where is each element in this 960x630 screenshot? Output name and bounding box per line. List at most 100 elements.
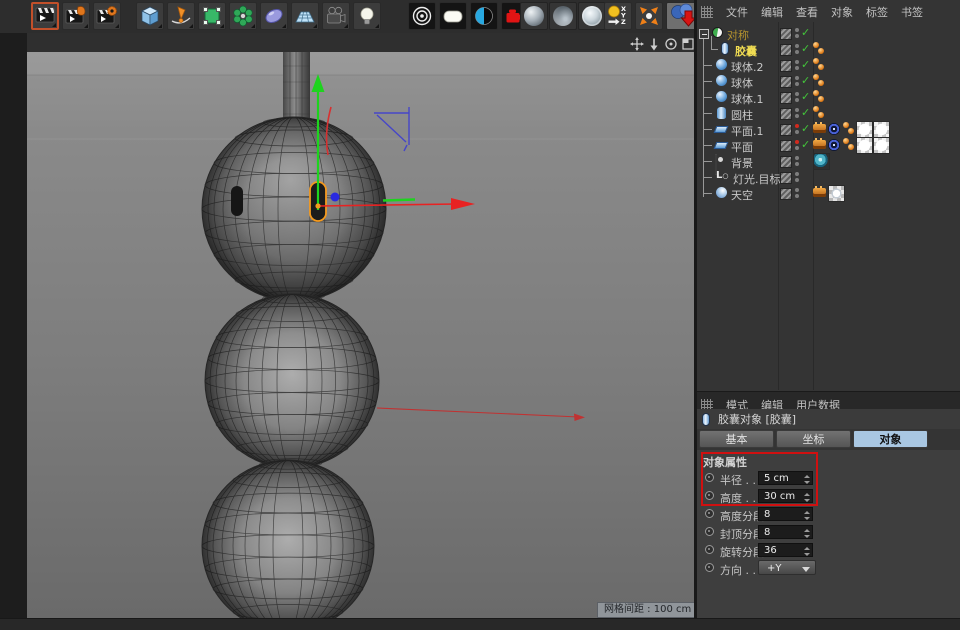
texture-tag-icon[interactable] [856,121,873,138]
enable-check-icon[interactable] [801,74,813,87]
om-row-plane[interactable]: 平面 [697,137,960,153]
radius-input[interactable]: 5 cm [758,471,813,485]
om-row-sphere[interactable]: 球体 [697,73,960,89]
expand-minus-icon[interactable] [699,29,709,39]
om-row-plane1[interactable]: 平面.1 [697,121,960,137]
contrast-button[interactable] [470,2,498,30]
material-sphere-matte-button[interactable] [520,2,548,30]
texture-tag-teal-icon[interactable] [813,153,830,170]
render-region-button[interactable] [62,2,90,30]
layer-square-icon[interactable] [780,28,792,40]
keyframe-circle-icon[interactable] [705,545,714,554]
om-row-cylinder[interactable]: 圆柱 [697,105,960,121]
metaball-button[interactable] [260,2,288,30]
spinner-icon[interactable] [803,493,810,502]
dolly-icon[interactable] [647,37,661,51]
tab-object[interactable]: 对象 [853,430,928,448]
phong-tag-icon[interactable] [843,138,855,151]
spinner-icon[interactable] [803,547,810,556]
height-input[interactable]: 30 cm [758,489,813,503]
om-menu-object[interactable]: 对象 [831,4,853,20]
layer-square-icon[interactable] [780,108,792,120]
orientation-dropdown[interactable]: +Y [758,560,816,575]
layer-square-icon[interactable] [780,188,792,200]
render-view-button[interactable] [31,2,59,30]
visibility-dots[interactable] [795,28,799,38]
visibility-dots-hidden[interactable] [795,124,799,134]
om-menu-view[interactable]: 查看 [796,4,818,20]
keyframe-circle-icon[interactable] [705,563,714,572]
layer-square-icon[interactable] [780,92,792,104]
maximize-icon[interactable] [681,37,695,51]
compositing-tag-icon[interactable] [813,140,826,149]
floor-button[interactable] [291,2,319,30]
compositing-tag-icon[interactable] [813,124,826,133]
manager-grid-icon[interactable] [701,6,713,18]
layer-square-icon[interactable] [780,140,792,152]
om-menu-file[interactable]: 文件 [726,4,748,20]
visibility-dots[interactable] [795,172,799,182]
enable-check-icon[interactable] [801,58,813,71]
protection-tag-icon[interactable] [828,123,840,135]
gizmo-z-handle[interactable] [331,193,340,202]
visibility-dots[interactable] [795,76,799,86]
height-segments-input[interactable]: 8 [758,507,813,521]
texture-tag-sky-icon[interactable] [828,185,845,202]
layer-square-icon[interactable] [780,124,792,136]
texture-tag-icon[interactable] [873,121,890,138]
keyframe-circle-icon[interactable] [705,509,714,518]
visibility-dots[interactable] [795,188,799,198]
enable-check-icon[interactable] [801,138,813,151]
tab-basic[interactable]: 基本 [699,430,774,448]
spline-pen-button[interactable] [167,2,195,30]
axis-modify-button[interactable] [635,2,663,30]
pan-icon[interactable] [630,37,644,51]
cube-primitive-button[interactable] [136,2,164,30]
phong-tag-icon[interactable] [813,74,825,87]
material-sphere-glass-button[interactable] [578,2,606,30]
coordinates-button[interactable]: X Y Z [604,2,632,30]
enable-check-icon[interactable] [801,42,813,55]
om-row-sky[interactable]: 天空 [697,185,960,201]
spinner-icon[interactable] [803,529,810,538]
rotate-icon[interactable] [664,37,678,51]
phong-tag-icon[interactable] [813,42,825,55]
viewport-3d[interactable] [27,52,694,618]
layer-square-icon[interactable] [780,172,792,184]
om-row-symmetry[interactable]: 对称 [697,25,960,41]
visibility-dots[interactable] [795,92,799,102]
protection-tag-icon[interactable] [828,139,840,151]
visibility-dots-hidden[interactable] [795,140,799,150]
om-row-capsule[interactable]: 胶囊 [697,41,960,57]
spinner-icon[interactable] [803,511,810,520]
visibility-dots[interactable] [795,108,799,118]
phong-tag-icon[interactable] [813,58,825,71]
om-row-target-light[interactable]: L 灯光.目标.1 [697,169,960,185]
render-settings-button[interactable] [93,2,121,30]
keyframe-circle-icon[interactable] [705,473,714,482]
visibility-dots[interactable] [795,44,799,54]
enable-check-icon[interactable] [801,122,813,135]
area-light-button[interactable] [439,2,467,30]
phong-tag-icon[interactable] [843,122,855,135]
om-row-background[interactable]: 背景 [697,153,960,169]
enable-check-icon[interactable] [801,90,813,103]
om-menu-edit[interactable]: 编辑 [761,4,783,20]
tab-coordinates[interactable]: 坐标 [776,430,851,448]
rotation-segments-input[interactable]: 36 [758,543,813,557]
array-generator-button[interactable] [229,2,257,30]
keyframe-circle-icon[interactable] [705,527,714,536]
om-menu-tag[interactable]: 标签 [866,4,888,20]
enable-check-icon[interactable] [801,26,813,39]
compositing-tag-icon[interactable] [813,188,826,197]
keyframe-circle-icon[interactable] [705,491,714,500]
phong-tag-icon[interactable] [813,106,825,119]
layer-square-icon[interactable] [780,76,792,88]
cap-segments-input[interactable]: 8 [758,525,813,539]
texture-tag-icon[interactable] [873,137,890,154]
spinner-icon[interactable] [803,475,810,484]
texture-tag-icon[interactable] [856,137,873,154]
layer-square-icon[interactable] [780,44,792,56]
om-menu-bookmark[interactable]: 书签 [901,4,923,20]
light-button[interactable] [353,2,381,30]
